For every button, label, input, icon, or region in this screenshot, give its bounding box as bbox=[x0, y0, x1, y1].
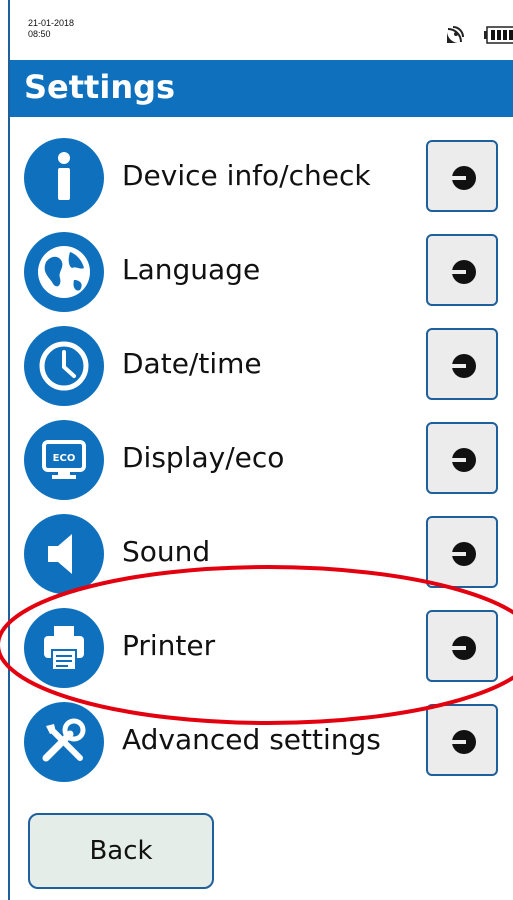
open-advanced-settings-button[interactable] bbox=[426, 704, 498, 776]
battery-icon bbox=[484, 26, 513, 44]
settings-row-advanced[interactable]: Advanced settings bbox=[10, 697, 513, 789]
settings-row-date-time[interactable]: Date/time bbox=[10, 321, 513, 413]
monitor-eco-icon: ECO bbox=[24, 420, 104, 500]
settings-row-display-eco[interactable]: ECO Display/eco bbox=[10, 415, 513, 507]
open-printer-button[interactable] bbox=[426, 610, 498, 682]
eco-badge-text: ECO bbox=[53, 453, 76, 464]
arrow-right-icon bbox=[452, 354, 476, 378]
speaker-icon bbox=[24, 514, 104, 594]
open-sound-button[interactable] bbox=[426, 516, 498, 588]
clock-icon bbox=[24, 326, 104, 406]
open-date-time-button[interactable] bbox=[426, 328, 498, 400]
printer-icon bbox=[24, 608, 104, 688]
info-icon bbox=[24, 138, 104, 218]
datetime: 21-01-2018 08:50 bbox=[28, 18, 74, 40]
arrow-right-icon bbox=[452, 730, 476, 754]
page-title: Settings bbox=[24, 68, 176, 106]
globe-icon bbox=[24, 232, 104, 312]
arrow-right-icon bbox=[452, 542, 476, 566]
settings-row-device-info[interactable]: Device info/check bbox=[10, 133, 513, 225]
open-device-info-button[interactable] bbox=[426, 140, 498, 212]
arrow-right-icon bbox=[452, 636, 476, 660]
status-date: 21-01-2018 bbox=[28, 18, 75, 28]
status-bar: 21-01-2018 08:50 bbox=[10, 0, 513, 60]
row-label: Advanced settings bbox=[122, 723, 381, 756]
arrow-right-icon bbox=[452, 166, 476, 190]
tools-icon bbox=[24, 702, 104, 782]
status-time: 08:50 bbox=[28, 29, 51, 39]
arrow-right-icon bbox=[452, 448, 476, 472]
row-label: Device info/check bbox=[122, 159, 371, 192]
settings-row-printer[interactable]: Printer bbox=[10, 603, 513, 695]
header-bar: Settings bbox=[10, 60, 513, 117]
row-label: Language bbox=[122, 253, 261, 286]
arrow-right-icon bbox=[452, 260, 476, 284]
row-label: Date/time bbox=[122, 347, 262, 380]
settings-row-language[interactable]: Language bbox=[10, 227, 513, 319]
row-label: Display/eco bbox=[122, 441, 285, 474]
row-label: Sound bbox=[122, 535, 211, 568]
open-language-button[interactable] bbox=[426, 234, 498, 306]
row-label: Printer bbox=[122, 629, 216, 662]
back-button[interactable]: Back bbox=[28, 813, 214, 889]
open-display-eco-button[interactable] bbox=[426, 422, 498, 494]
satellite-icon bbox=[446, 26, 464, 44]
settings-row-sound[interactable]: Sound bbox=[10, 509, 513, 601]
